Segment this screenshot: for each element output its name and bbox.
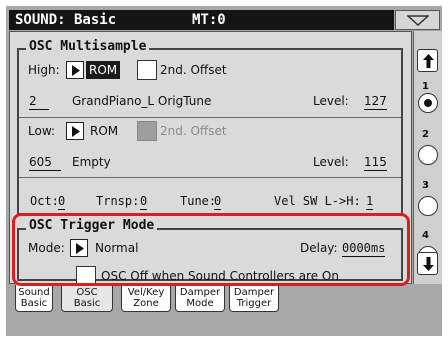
tab-line2: Trigger [236, 298, 272, 309]
low-2nd-offset-label: 2nd. Offset [160, 124, 227, 138]
divider [19, 117, 401, 118]
tab-vel-key-zone[interactable]: Vel/Key Zone [121, 285, 171, 312]
tab-sound-basic[interactable]: Sound Basic [15, 285, 53, 312]
trnsp-label: Trnsp: [96, 194, 140, 208]
low-source-arrow-button[interactable] [66, 122, 84, 140]
low-level-label: Level: [313, 155, 349, 169]
tab-line1: Sound [18, 287, 50, 298]
vel-sw-value[interactable]: 1 [366, 193, 374, 210]
tab-line1: OSC [76, 287, 98, 298]
high-source-select[interactable]: ROM [86, 61, 121, 79]
tab-line1: Damper [233, 287, 275, 298]
low-label: Low: [28, 124, 56, 138]
page-title: SOUND: Basic [15, 12, 117, 28]
page-2-radio[interactable] [418, 145, 438, 165]
page-number-3: 3 [422, 180, 429, 191]
oct-label: Oct: [30, 194, 59, 208]
tab-line1: Vel/Key [127, 287, 165, 298]
page-3-radio[interactable] [418, 196, 438, 216]
high-level-label: Level: [313, 94, 349, 108]
highlight-box [12, 213, 410, 286]
scroll-down-button[interactable] [417, 252, 438, 275]
tab-line2: Basic [73, 298, 101, 309]
chevron-down-icon [407, 15, 429, 26]
page-1-radio[interactable] [418, 93, 438, 113]
tab-line1: Damper [179, 287, 221, 298]
tab-line2: Basic [20, 298, 48, 309]
oct-value[interactable]: 0 [58, 193, 66, 210]
high-level-value[interactable]: 127 [364, 93, 387, 110]
tab-damper-mode[interactable]: Damper Mode [175, 285, 225, 312]
high-sample-name[interactable]: GrandPiano_L OrigTune [72, 93, 211, 109]
trnsp-value[interactable]: 0 [140, 193, 148, 210]
tab-line2: Mode [186, 298, 214, 309]
high-source-arrow-button[interactable] [66, 61, 84, 79]
low-sample-number[interactable]: 605 [29, 154, 61, 171]
low-sample-name[interactable]: Empty [72, 154, 111, 170]
arrow-up-icon [423, 54, 434, 68]
page-number-4: 4 [422, 230, 429, 241]
divider [19, 177, 401, 178]
tune-value[interactable]: 0 [214, 193, 222, 210]
low-2nd-offset-checkbox[interactable] [137, 121, 157, 141]
triangle-right-icon [72, 65, 80, 76]
high-sample-number[interactable]: 2 [29, 93, 49, 110]
tab-damper-trigger[interactable]: Damper Trigger [229, 285, 279, 312]
page-number-2: 2 [422, 129, 429, 140]
high-2nd-offset-checkbox[interactable] [137, 60, 157, 80]
triangle-right-icon [72, 126, 80, 137]
vel-sw-label: Vel SW L->H: [274, 194, 361, 208]
tune-label: Tune: [180, 194, 217, 208]
osc-multisample-title: OSC Multisample [26, 39, 150, 55]
low-level-value[interactable]: 115 [364, 154, 387, 171]
title-bar: SOUND: Basic MT:0 [9, 10, 394, 30]
arrow-down-icon [423, 257, 434, 271]
low-source-select[interactable]: ROM [90, 123, 118, 139]
page-number-1: 1 [422, 81, 429, 92]
tab-osc-basic[interactable]: OSC Basic [61, 285, 113, 312]
high-2nd-offset-label: 2nd. Offset [160, 63, 227, 77]
tab-line2: Zone [133, 298, 159, 309]
high-label: High: [28, 63, 60, 77]
scroll-up-button[interactable] [417, 49, 438, 72]
page-menu-button[interactable] [395, 10, 440, 30]
midi-track-indicator: MT:0 [192, 12, 226, 28]
